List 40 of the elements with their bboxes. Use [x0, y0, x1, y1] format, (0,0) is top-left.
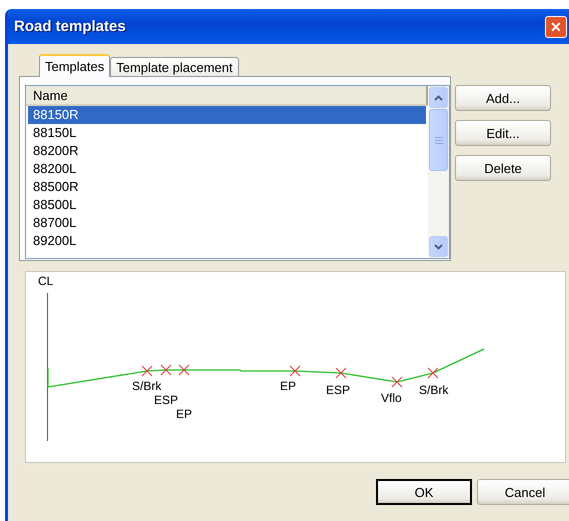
list-item[interactable]: 88500L — [28, 196, 426, 214]
list-item[interactable]: 88200R — [28, 142, 426, 160]
point-label: Vflo — [381, 391, 402, 405]
column-header[interactable]: Name — [26, 86, 428, 106]
list-item[interactable]: 88500R — [28, 178, 426, 196]
point-marker — [160, 364, 172, 376]
scroll-down-button[interactable] — [429, 236, 448, 257]
point-label: S/Brk — [132, 379, 162, 393]
point-label: ESP — [154, 393, 178, 407]
chevron-down-icon — [434, 244, 443, 250]
action-button[interactable]: Delete — [455, 155, 551, 181]
grip-icon — [434, 136, 442, 144]
tab[interactable]: Template placement — [110, 57, 239, 77]
list-item[interactable]: 88150R — [28, 106, 426, 124]
point-label: EP — [280, 379, 296, 393]
point-label: EP — [176, 407, 192, 421]
list-item[interactable]: 89200L — [28, 232, 426, 250]
point-marker — [392, 376, 402, 388]
point-marker — [178, 364, 190, 376]
chevron-up-icon — [434, 94, 443, 100]
point-marker — [290, 366, 300, 376]
window-title: Road templates — [14, 18, 126, 35]
point-marker — [142, 366, 152, 376]
point-marker — [336, 368, 346, 378]
action-button[interactable]: Edit... — [455, 120, 551, 146]
tab[interactable]: Templates — [39, 54, 110, 77]
list-item[interactable]: 88150L — [28, 124, 426, 142]
point-marker — [428, 368, 438, 378]
axis-label: CL — [38, 274, 54, 288]
dialog-button[interactable]: OK — [376, 479, 472, 505]
point-label: ESP — [326, 383, 350, 397]
list-item[interactable]: 88700L — [28, 214, 426, 232]
dialog-button[interactable]: Cancel — [477, 479, 569, 505]
point-label: S/Brk — [419, 383, 448, 397]
scroll-thumb[interactable] — [429, 109, 448, 171]
scrollbar[interactable] — [428, 86, 449, 258]
action-button[interactable]: Add... — [455, 85, 551, 111]
close-button[interactable]: ✕ — [545, 16, 567, 38]
scroll-up-button[interactable] — [429, 87, 448, 108]
list-item[interactable]: 88200L — [28, 160, 426, 178]
